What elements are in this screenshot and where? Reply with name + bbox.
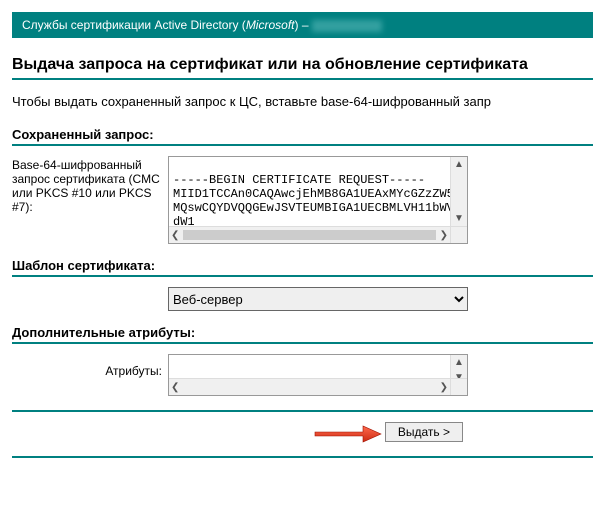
cert-request-textarea[interactable]: -----BEGIN CERTIFICATE REQUEST----- MIID… (168, 156, 468, 244)
scroll-left-icon[interactable]: ❮ (169, 380, 181, 395)
scroll-right-icon[interactable]: ❯ (438, 228, 450, 243)
header-vendor: Microsoft (246, 18, 295, 32)
attributes-section-label: Дополнительные атрибуты: (12, 325, 593, 340)
scrollbar-horizontal[interactable]: ❮ ❯ (169, 378, 450, 395)
certificate-template-select[interactable]: Веб-сервер (168, 287, 468, 311)
scroll-down-icon[interactable]: ▼ (452, 211, 466, 226)
scrollbar-vertical[interactable]: ▲ ▼ (450, 157, 467, 226)
scroll-up-icon[interactable]: ▲ (452, 355, 466, 370)
header-server-name (312, 20, 382, 32)
scroll-corner (450, 226, 467, 243)
attributes-textarea[interactable]: ▲ ▼ ❮ ❯ (168, 354, 468, 396)
divider (12, 144, 593, 146)
scroll-corner (450, 378, 467, 395)
cert-line: MQswCQYDVQQGEwJSVTEUMBIGA1UECBMLVH11bWVu (173, 201, 461, 215)
scroll-thumb[interactable] (183, 230, 435, 240)
scrollbar-vertical[interactable]: ▲ ▼ (450, 355, 467, 378)
intro-text: Чтобы выдать сохраненный запрос к ЦС, вс… (12, 94, 593, 109)
header-prefix: Службы сертификации Active Directory ( (22, 18, 246, 32)
scroll-up-icon[interactable]: ▲ (452, 157, 466, 172)
page-title: Выдача запроса на сертификат или на обно… (12, 56, 593, 74)
template-section-label: Шаблон сертификата: (12, 258, 593, 273)
cert-request-field-label: Base-64-шифрованный запрос сертификата (… (12, 156, 162, 214)
header-suffix: ) – (295, 18, 312, 32)
cert-line: -----BEGIN CERTIFICATE REQUEST----- (173, 173, 425, 187)
scroll-track[interactable] (183, 382, 435, 392)
saved-request-label: Сохраненный запрос: (12, 127, 593, 142)
divider (12, 456, 593, 458)
scroll-left-icon[interactable]: ❮ (169, 228, 181, 243)
submit-button[interactable]: Выдать > (385, 422, 463, 442)
scroll-right-icon[interactable]: ❯ (438, 380, 450, 395)
divider (12, 275, 593, 277)
attributes-field-label: Атрибуты: (12, 354, 162, 378)
header-bar: Службы сертификации Active Directory (Mi… (12, 12, 593, 38)
divider (12, 78, 593, 80)
cert-line: MIID1TCCAn0CAQAwcjEhMB8GA1UEAxMYcGZzZW5z (173, 187, 461, 201)
scrollbar-horizontal[interactable]: ❮ ❯ (169, 226, 450, 243)
divider (12, 410, 593, 412)
template-spacer (12, 287, 162, 289)
arrow-icon (313, 424, 383, 444)
divider (12, 342, 593, 344)
